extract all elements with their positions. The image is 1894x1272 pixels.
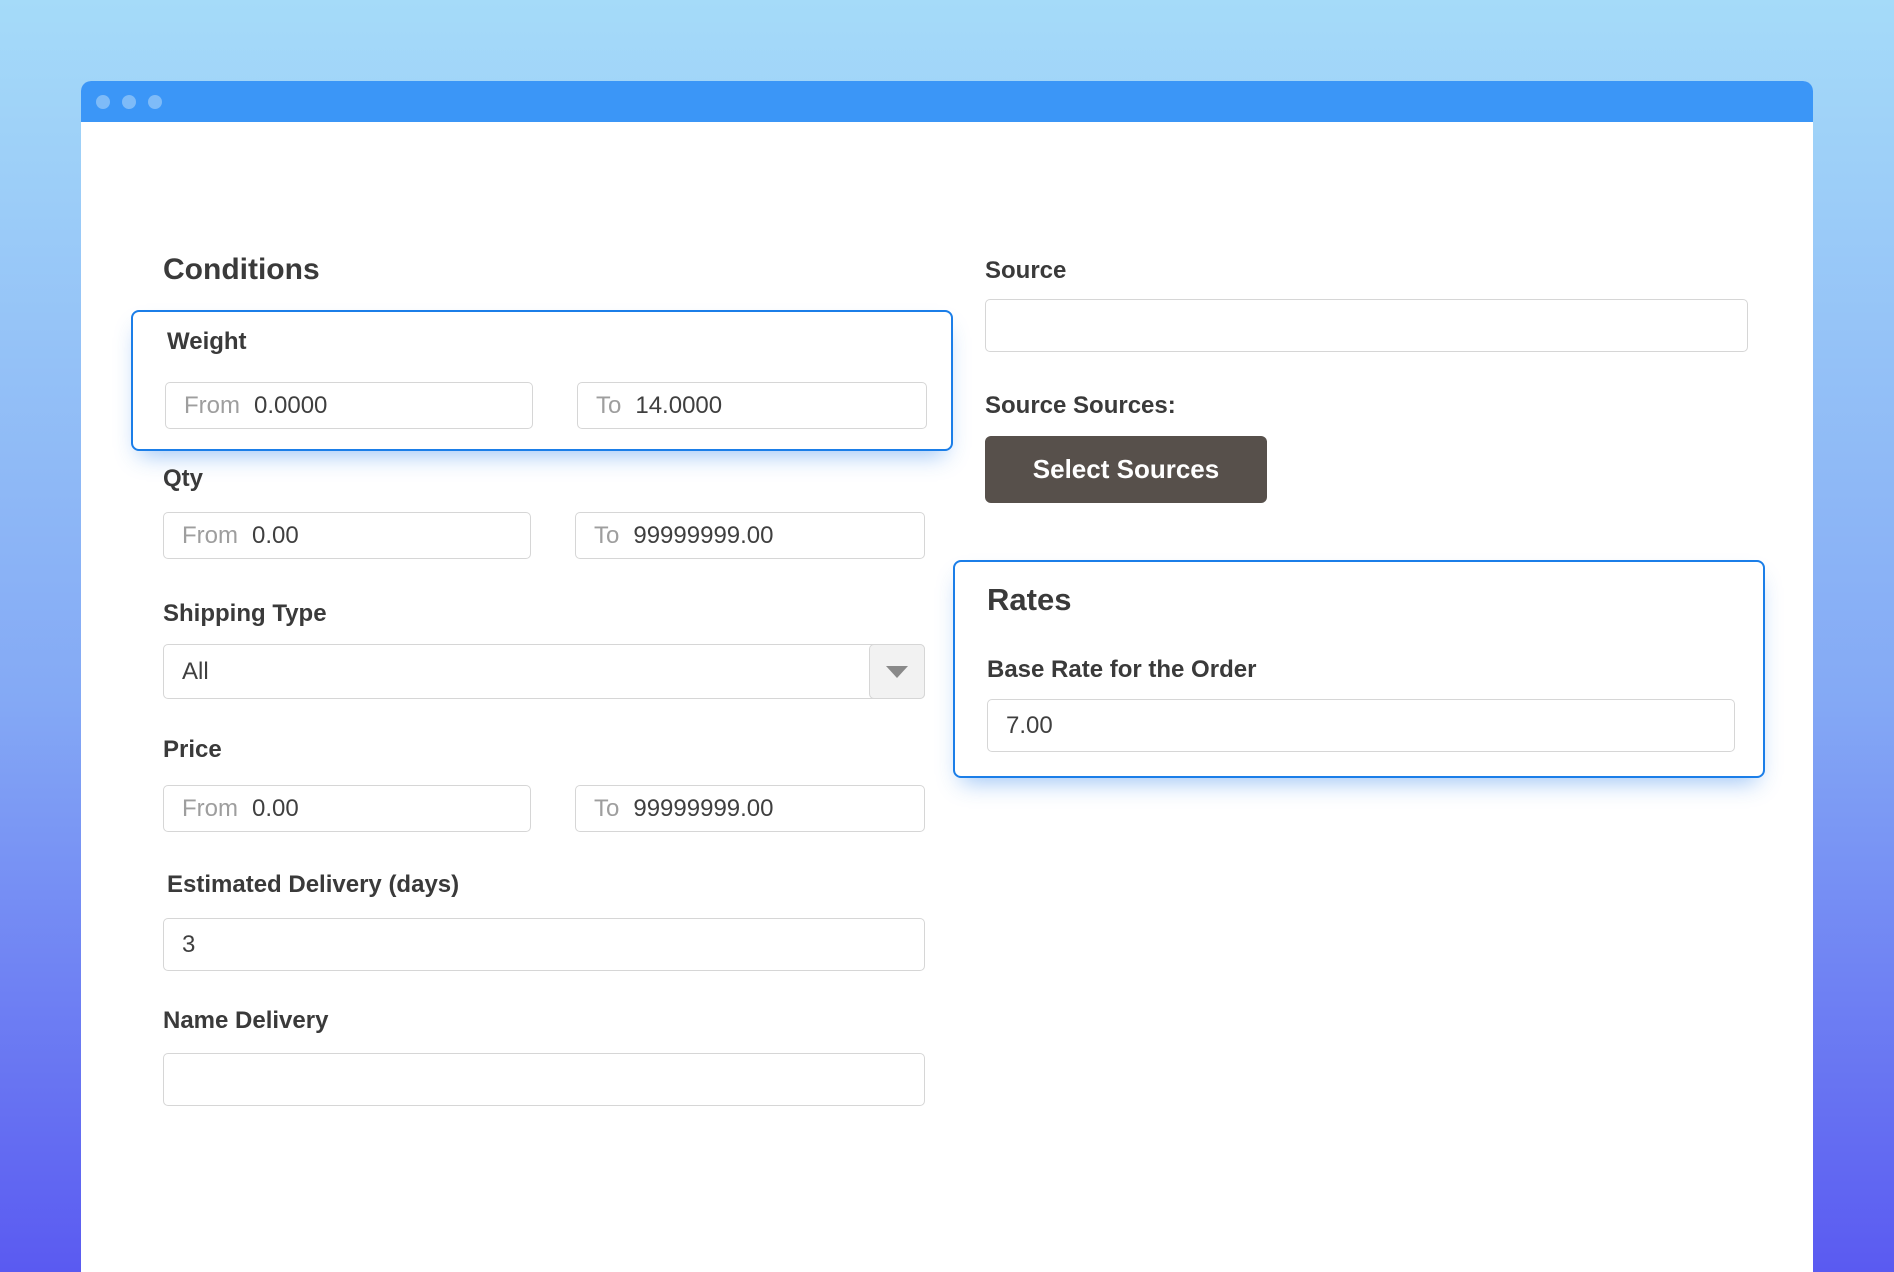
- price-from-field[interactable]: From: [163, 785, 531, 832]
- base-rate-label: Base Rate for the Order: [987, 656, 1256, 684]
- price-to-field[interactable]: To: [575, 785, 925, 832]
- conditions-title: Conditions: [163, 253, 320, 287]
- base-rate-field[interactable]: [987, 699, 1735, 752]
- to-prefix-label: To: [594, 795, 619, 823]
- form-content: Conditions Weight From To Qty From To Sh…: [81, 122, 1813, 1272]
- base-rate-input[interactable]: [1006, 700, 1734, 751]
- shipping-type-label: Shipping Type: [163, 600, 327, 628]
- rates-section-highlight: Rates Base Rate for the Order: [953, 560, 1765, 778]
- window-control-dot[interactable]: [148, 95, 162, 109]
- source-field[interactable]: [985, 299, 1748, 352]
- estimated-delivery-label: Estimated Delivery (days): [167, 871, 459, 899]
- from-prefix-label: From: [182, 795, 238, 823]
- name-delivery-field[interactable]: [163, 1053, 925, 1106]
- estimated-delivery-input[interactable]: [182, 919, 924, 970]
- name-delivery-input[interactable]: [182, 1054, 924, 1105]
- name-delivery-label: Name Delivery: [163, 1007, 328, 1035]
- shipping-type-selected-value: All: [182, 658, 209, 686]
- weight-to-input[interactable]: [635, 383, 926, 428]
- from-prefix-label: From: [184, 392, 240, 420]
- app-window: Conditions Weight From To Qty From To Sh…: [81, 81, 1813, 1272]
- weight-from-field[interactable]: From: [165, 382, 533, 429]
- weight-to-field[interactable]: To: [577, 382, 927, 429]
- weight-from-input[interactable]: [254, 383, 532, 428]
- weight-label: Weight: [167, 328, 247, 356]
- to-prefix-label: To: [594, 522, 619, 550]
- qty-to-field[interactable]: To: [575, 512, 925, 559]
- source-sources-label: Source Sources:: [985, 392, 1176, 420]
- from-prefix-label: From: [182, 522, 238, 550]
- qty-label: Qty: [163, 465, 203, 493]
- rates-title: Rates: [987, 582, 1071, 618]
- select-sources-button[interactable]: Select Sources: [985, 436, 1267, 503]
- price-label: Price: [163, 736, 222, 764]
- window-control-dot[interactable]: [122, 95, 136, 109]
- window-control-dot[interactable]: [96, 95, 110, 109]
- source-input[interactable]: [1004, 300, 1747, 351]
- to-prefix-label: To: [596, 392, 621, 420]
- shipping-type-select[interactable]: All: [163, 644, 925, 699]
- qty-from-field[interactable]: From: [163, 512, 531, 559]
- estimated-delivery-field[interactable]: [163, 918, 925, 971]
- price-from-input[interactable]: [252, 786, 530, 831]
- qty-to-input[interactable]: [633, 513, 924, 558]
- shipping-type-dropdown-button[interactable]: [869, 644, 925, 699]
- window-titlebar: [81, 81, 1813, 122]
- price-to-input[interactable]: [633, 786, 924, 831]
- chevron-down-icon: [886, 666, 908, 678]
- qty-from-input[interactable]: [252, 513, 530, 558]
- weight-section-highlight: Weight From To: [131, 310, 953, 451]
- source-label: Source: [985, 257, 1066, 285]
